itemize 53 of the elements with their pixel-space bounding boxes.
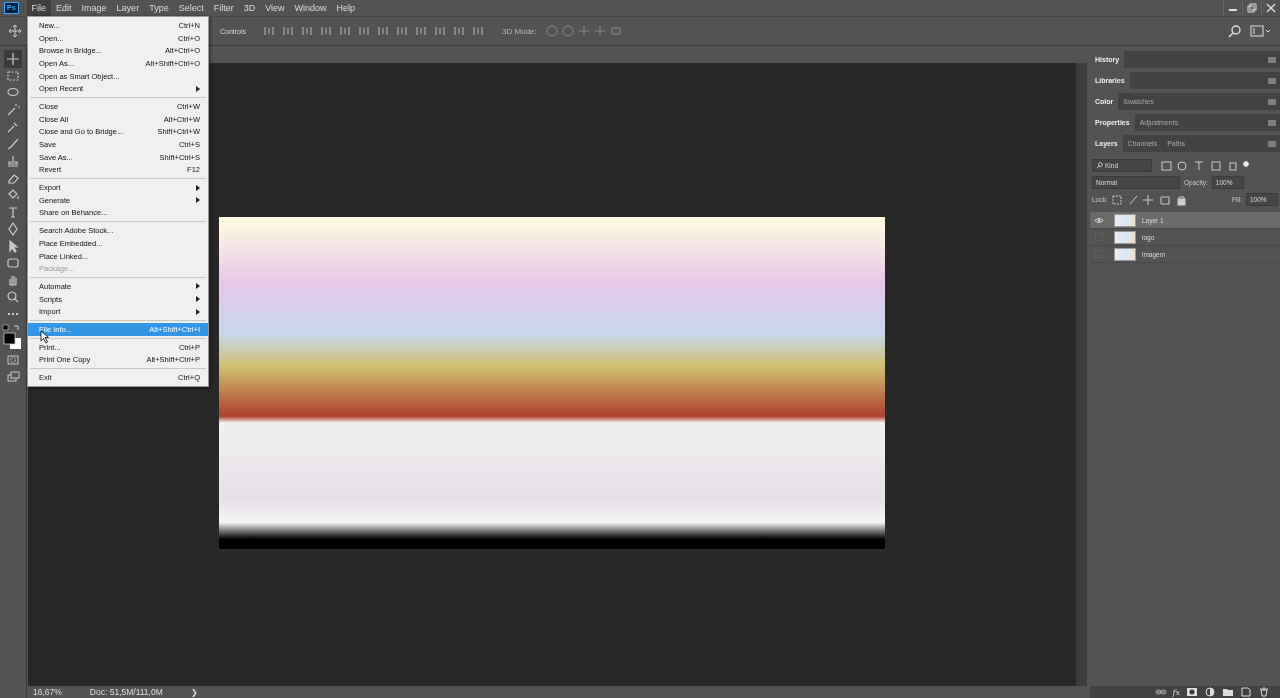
bucket-tool-icon[interactable] [6,188,20,202]
menu-item[interactable]: File [26,0,52,16]
eye-icon[interactable] [1094,216,1104,224]
layer-thumbnail [1114,230,1136,244]
menu-item[interactable]: Filter [208,0,239,16]
panel-menu-icon[interactable] [1268,56,1276,63]
menu-item[interactable]: Type [144,0,174,16]
panel-menu-icon[interactable] [1268,119,1276,126]
menu-item[interactable]: Help [331,0,361,16]
filter-icons-drawing[interactable] [1160,159,1250,172]
search-icon[interactable] [1228,24,1242,38]
move-tool-icon[interactable] [6,52,20,66]
brush-tool-icon[interactable] [6,137,20,151]
layer-style-button[interactable]: fx [1172,687,1180,697]
eyedropper-tool-icon[interactable] [6,120,20,134]
document-size: Doc: 51,5M/111,0M [89,687,163,697]
menu-item[interactable]: Select [173,0,209,16]
menu-item[interactable]: Layer [111,0,145,16]
scrollbar[interactable] [1076,63,1087,686]
stamp-tool-icon[interactable] [6,154,20,168]
layer-thumbnail [1114,213,1136,227]
folder-icon[interactable] [1222,687,1234,697]
move-icon[interactable] [8,24,22,38]
panel-menu-icon[interactable] [1268,98,1276,105]
wand-tool-icon[interactable] [6,103,20,117]
mask-icon[interactable] [1186,687,1198,697]
workspace-icon[interactable] [1250,24,1272,38]
panel-menu-icon[interactable] [1268,140,1276,147]
color-swatches-icon[interactable] [2,324,24,350]
zoom-level[interactable]: 16,67% [33,687,62,697]
menu-item[interactable]: Image [76,0,112,16]
link-icon[interactable] [1154,687,1167,697]
quick-mask-icon[interactable] [6,353,20,367]
zoom-tool-icon[interactable] [6,290,20,304]
layer-thumbnail [1114,247,1136,261]
trash-icon[interactable] [1258,687,1270,697]
menu-item[interactable]: Window [289,0,332,16]
type-tool-icon[interactable] [6,205,20,219]
mouse-cursor-icon [40,330,50,344]
status-menu-arrow[interactable]: ❯ [190,687,198,697]
menu-item[interactable]: 3D [238,0,261,16]
panel-menu-icon[interactable] [1268,77,1276,84]
new-layer-icon[interactable] [1240,687,1252,697]
screen-mode-icon[interactable] [6,370,20,384]
pen-tool-icon[interactable] [6,222,20,236]
menu-item[interactable]: Edit [51,0,77,16]
adjustment-icon[interactable] [1204,687,1216,697]
search-icon [1096,162,1103,169]
3d-mode-label: 3D Mode: [502,26,537,36]
marquee-tool-icon[interactable] [6,69,20,83]
select-tool-icon[interactable] [6,239,20,253]
shape-tool-icon[interactable] [6,256,20,270]
menu-item[interactable]: View [260,0,290,16]
